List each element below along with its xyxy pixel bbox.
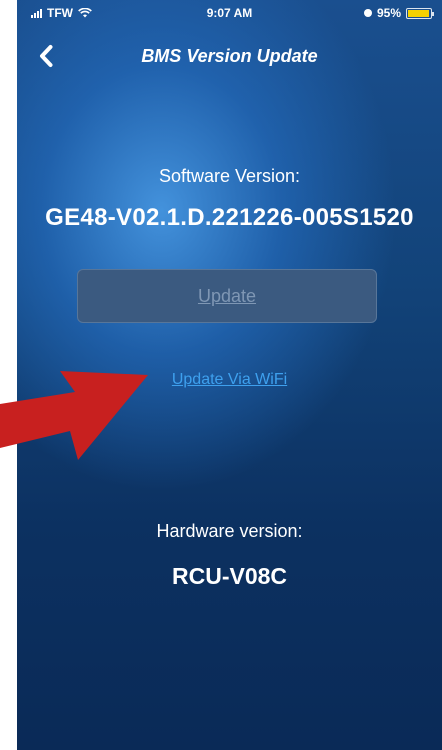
- main-content: Software Version: GE48-V02.1.D.221226-00…: [17, 0, 442, 750]
- hardware-version-label: Hardware version:: [156, 521, 303, 541]
- software-version-value: GE48-V02.1.D.221226-005S1520: [45, 204, 414, 231]
- hardware-version-value: RCU-V08C: [171, 563, 288, 589]
- phone-screen: TFW 9:07 AM 95% BMS Version Update Softw…: [17, 0, 442, 750]
- update-via-wifi-link[interactable]: Update Via WiFi: [17, 371, 442, 389]
- software-version-label: Software Version:: [158, 166, 301, 186]
- update-button[interactable]: Update: [77, 269, 377, 323]
